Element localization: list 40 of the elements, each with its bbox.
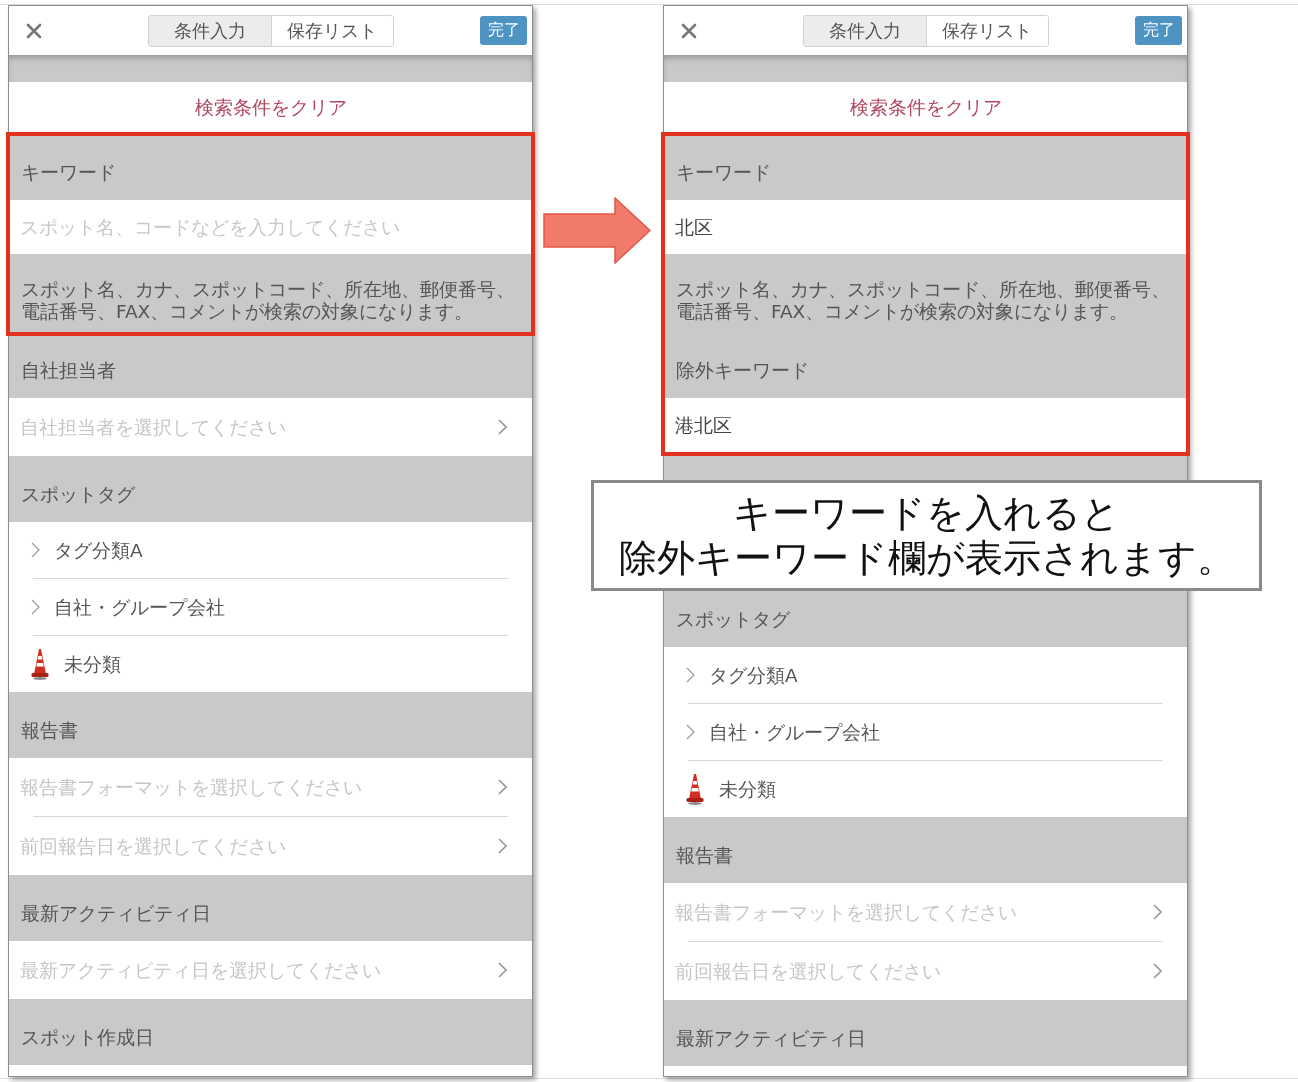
clear-conditions-link[interactable]: 検索条件をクリア — [849, 95, 1002, 121]
tag-item[interactable]: 未分類 — [9, 636, 532, 692]
section-header: 報告書 — [9, 692, 532, 758]
section-header: キーワード — [9, 134, 532, 200]
section-header: 除外キーワード — [664, 332, 1187, 398]
arrow-right-icon — [543, 197, 651, 264]
section-header: 最新アクティビティ日 — [9, 875, 532, 941]
tag-category-item[interactable]: 自社・グループ会社 — [664, 704, 1187, 760]
help-text: スポット名、カナ、スポットコード、所在地、郵便番号、電話番号、FAX、コメントが検索の対象になります。 — [9, 254, 532, 332]
close-icon[interactable] — [681, 22, 697, 39]
chevron-right-icon — [31, 599, 40, 615]
clear-conditions-link[interactable]: 検索条件をクリア — [194, 95, 347, 121]
section-header: 最新アクティビティ日 — [664, 1000, 1187, 1066]
tab[interactable]: 保存リスト — [270, 15, 393, 46]
chevron-right-icon — [1153, 963, 1162, 979]
chevron-right-icon — [498, 962, 507, 978]
section-header: 報告書 — [664, 817, 1187, 883]
tab[interactable]: 条件入力 — [803, 15, 926, 46]
tag-category-item[interactable]: タグ分類A — [664, 647, 1187, 703]
chevron-right-icon — [1153, 904, 1162, 920]
chevron-right-icon — [498, 779, 507, 795]
chevron-right-icon — [31, 542, 40, 558]
traffic-cone-icon — [686, 773, 704, 805]
section-header: スポットタグ — [9, 456, 532, 522]
tag-item[interactable]: 未分類 — [664, 761, 1187, 817]
section-header: キーワード — [664, 134, 1187, 200]
help-text: スポット名、カナ、スポットコード、所在地、郵便番号、電話番号、FAX、コメントが検索の対象になります。 — [664, 254, 1187, 332]
traffic-cone-icon — [31, 648, 49, 680]
tag-category-item[interactable]: タグ分類A — [9, 522, 532, 578]
tab[interactable]: 保存リスト — [925, 15, 1048, 46]
tag-category-item[interactable]: 自社・グループ会社 — [9, 579, 532, 635]
tab[interactable]: 条件入力 — [148, 15, 271, 46]
callout-text: キーワードを入れると — [733, 490, 1120, 536]
close-icon[interactable] — [26, 22, 42, 39]
chevron-right-icon — [498, 419, 507, 435]
section-header: スポット作成日 — [9, 999, 532, 1065]
chevron-right-icon — [686, 667, 695, 683]
chevron-right-icon — [686, 724, 695, 740]
chevron-right-icon — [498, 838, 507, 854]
callout-text: 除外キーワード欄が表示されます。 — [618, 535, 1235, 581]
